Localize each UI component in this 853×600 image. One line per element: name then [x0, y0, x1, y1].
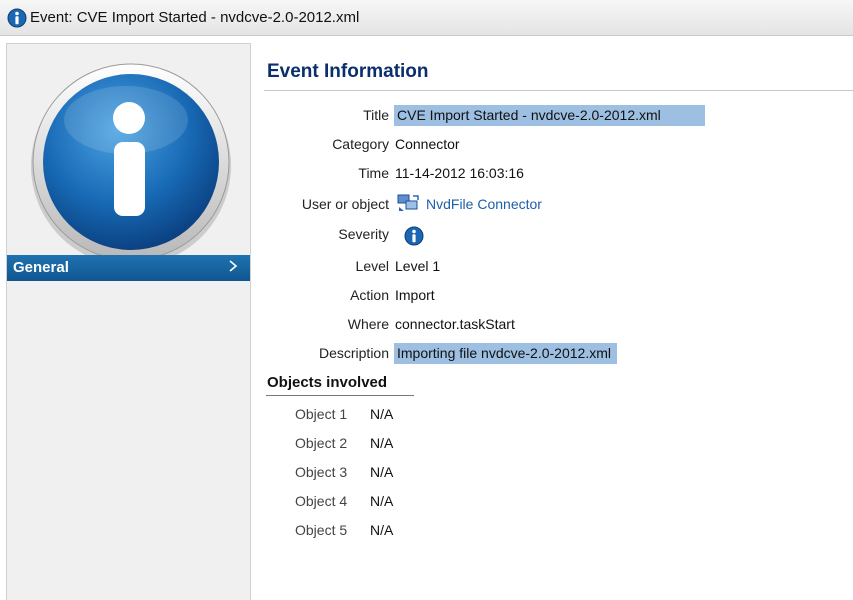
info-icon [7, 8, 27, 28]
object-label: Object 4 [295, 493, 348, 509]
object-value: N/A [370, 464, 394, 480]
chevron-right-icon [229, 260, 238, 272]
section-title: Event Information [267, 61, 429, 82]
level-value: Level 1 [395, 258, 441, 274]
description-value: Importing file nvdcve-2.0-2012.xml [394, 343, 617, 364]
info-icon [404, 226, 424, 246]
object-value: N/A [370, 493, 394, 509]
category-label: Category [332, 136, 389, 152]
title-label: Title [363, 107, 389, 123]
sidebar: General [6, 43, 251, 600]
window-title: Event: CVE Import Started - nvdcve-2.0-2… [30, 9, 360, 26]
where-label: Where [347, 316, 389, 332]
object-label: Object 2 [295, 435, 348, 451]
objects-divider [266, 395, 414, 396]
large-info-icon [31, 63, 231, 266]
where-value: connector.taskStart [395, 316, 515, 332]
description-label: Description [318, 345, 389, 361]
object-label: Object 5 [295, 522, 348, 538]
action-value: Import [395, 287, 435, 303]
object-value: N/A [370, 435, 394, 451]
window-title-bar: Event: CVE Import Started - nvdcve-2.0-2… [0, 0, 853, 36]
section-divider [264, 90, 853, 91]
user-object-link[interactable]: NvdFile Connector [426, 196, 542, 212]
object-label: Object 1 [295, 406, 348, 422]
time-label: Time [358, 165, 389, 181]
sidebar-item-label: General [13, 259, 69, 276]
level-label: Level [355, 258, 389, 274]
action-label: Action [350, 287, 389, 303]
object-value: N/A [370, 522, 394, 538]
connector-icon [397, 194, 419, 211]
category-value: Connector [395, 136, 460, 152]
time-value: 11-14-2012 16:03:16 [395, 165, 524, 181]
user-label: User or object [301, 196, 389, 212]
title-value: CVE Import Started - nvdcve-2.0-2012.xml [394, 105, 705, 126]
severity-label: Severity [338, 226, 389, 242]
object-label: Object 3 [295, 464, 348, 480]
objects-heading: Objects involved [267, 374, 388, 391]
sidebar-item-general[interactable]: General [7, 255, 250, 281]
object-value: N/A [370, 406, 394, 422]
